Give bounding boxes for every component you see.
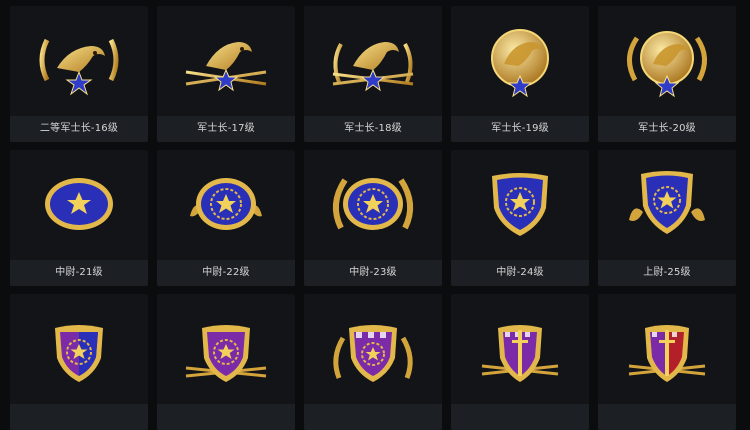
badge-label: 中尉-23级 <box>304 260 442 286</box>
badge-card-20[interactable]: 军士长-20级 <box>598 6 736 142</box>
badge-card-21[interactable]: 中尉-21级 <box>10 150 148 286</box>
eagle-arrows-icon <box>157 6 295 114</box>
eagle-medallion-icon <box>451 6 589 114</box>
star-shield-checker-icon <box>10 294 148 402</box>
badge-card-16[interactable]: 二等军士长-16级 <box>10 6 148 142</box>
badge-label: 军士长-17级 <box>157 116 295 142</box>
badge-card-26[interactable] <box>10 294 148 430</box>
badge-card-29[interactable] <box>451 294 589 430</box>
rank-badge-grid: 二等军士长-16级 军士长-17级 军士长-18级 军士长-19级 军士长-20… <box>0 0 750 430</box>
badge-label <box>451 404 589 430</box>
sword-shield-red-icon <box>598 294 736 402</box>
eagle-medallion-wreath-icon <box>598 6 736 114</box>
star-shield-leaves-icon <box>598 150 736 258</box>
star-oval-icon <box>10 150 148 258</box>
badge-card-18[interactable]: 军士长-18级 <box>304 6 442 142</box>
badge-card-28[interactable] <box>304 294 442 430</box>
badge-label: 上尉-25级 <box>598 260 736 286</box>
badge-label: 军士长-18级 <box>304 116 442 142</box>
star-shield-purple-checker-wreath-icon <box>304 294 442 402</box>
badge-card-19[interactable]: 军士长-19级 <box>451 6 589 142</box>
badge-label <box>598 404 736 430</box>
badge-label: 军士长-19级 <box>451 116 589 142</box>
badge-card-27[interactable] <box>157 294 295 430</box>
star-oval-leaves-icon <box>157 150 295 258</box>
badge-label: 中尉-22级 <box>157 260 295 286</box>
star-oval-wreath-icon <box>304 150 442 258</box>
badge-label <box>10 404 148 430</box>
sword-shield-purple-icon <box>451 294 589 402</box>
eagle-wreath-icon <box>10 6 148 114</box>
badge-card-24[interactable]: 中尉-24级 <box>451 150 589 286</box>
badge-label: 军士长-20级 <box>598 116 736 142</box>
badge-card-17[interactable]: 军士长-17级 <box>157 6 295 142</box>
star-shield-icon <box>451 150 589 258</box>
star-shield-purple-arrows-icon <box>157 294 295 402</box>
badge-card-30[interactable] <box>598 294 736 430</box>
badge-label <box>304 404 442 430</box>
badge-label: 中尉-24级 <box>451 260 589 286</box>
badge-label <box>157 404 295 430</box>
eagle-wreath-arrows-icon <box>304 6 442 114</box>
badge-label: 二等军士长-16级 <box>10 116 148 142</box>
badge-card-25[interactable]: 上尉-25级 <box>598 150 736 286</box>
badge-label: 中尉-21级 <box>10 260 148 286</box>
badge-card-22[interactable]: 中尉-22级 <box>157 150 295 286</box>
badge-card-23[interactable]: 中尉-23级 <box>304 150 442 286</box>
